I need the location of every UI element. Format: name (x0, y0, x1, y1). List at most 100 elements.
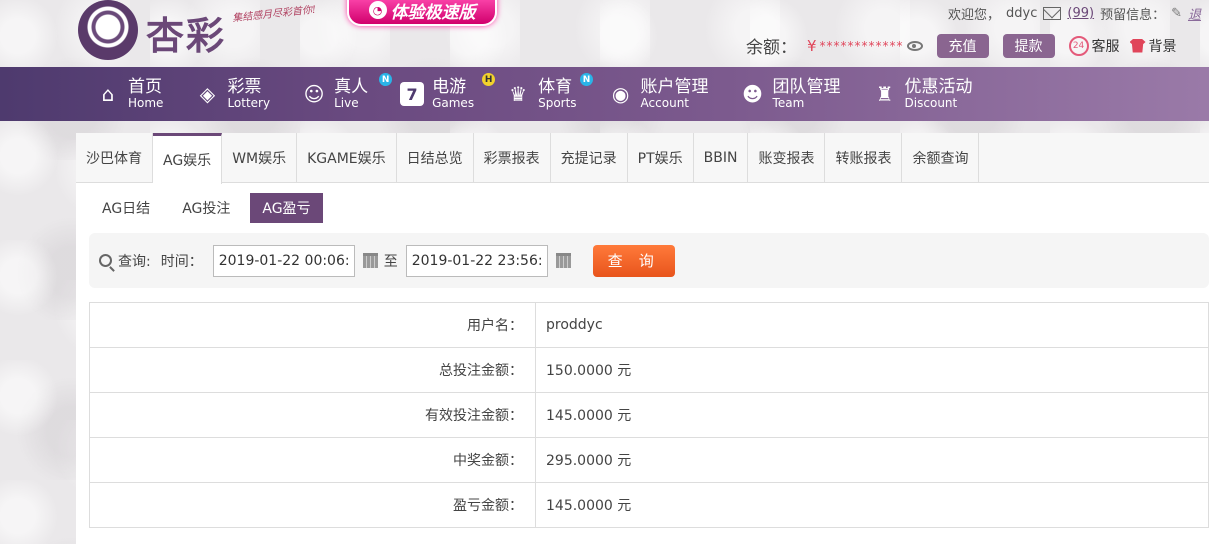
nav-lottery[interactable]: ◈ 彩票 Lottery (195, 67, 302, 121)
tab-kgame[interactable]: KGAME娱乐 (297, 133, 397, 183)
table-row: 用户名： proddyc (89, 302, 1209, 348)
background-label: 背景 (1148, 38, 1177, 55)
nav-sports[interactable]: ♛ 体育 Sports N (506, 67, 608, 121)
nav-sublabel: Account (640, 95, 689, 110)
row-key: 用户名： (89, 302, 536, 348)
speed-icon: ◔ (368, 1, 387, 19)
nav-label: 彩票 (227, 77, 262, 98)
experience-label: 体验极速版 (390, 2, 476, 23)
nav-label: 电游 (432, 77, 467, 98)
nav-team[interactable]: ☻ 团队管理 Team (741, 67, 873, 121)
sub-tabs: AG日结 AG投注 AG盈亏 (90, 193, 323, 223)
row-key: 有效投注金额： (89, 392, 536, 438)
calendar-icon[interactable] (555, 253, 571, 268)
report-panel: 沙巴体育 AG娱乐 WM娱乐 KGAME娱乐 日结总览 彩票报表 充提记录 PT… (76, 133, 1209, 544)
lottery-icon: ◈ (199, 82, 216, 106)
subtab-ag-profit[interactable]: AG盈亏 (250, 193, 323, 223)
games-icon: 7 (400, 82, 425, 106)
account-icon: ◉ (611, 82, 630, 106)
tab-daily-overview[interactable]: 日结总览 (397, 133, 474, 183)
nav-discount[interactable]: ♜ 优惠活动 Discount (873, 67, 1005, 121)
query-button[interactable]: 查 询 (592, 244, 675, 277)
deposit-button[interactable]: 充值 (936, 33, 989, 58)
home-icon: ⌂ (101, 82, 115, 106)
row-key: 中奖金额： (89, 437, 536, 483)
gift-icon: ♜ (875, 82, 894, 106)
team-icon: ☻ (742, 82, 763, 106)
nav-home[interactable]: ⌂ 首页 Home (96, 67, 195, 121)
query-label: 查询: (118, 253, 151, 270)
row-value: proddyc (535, 302, 1209, 348)
row-value: 145.0000 元 (535, 482, 1209, 528)
balance-row: 余额： ¥ ************ 充值 提款 24 客服 背景 (746, 33, 1177, 58)
hot-badge: H (482, 73, 496, 86)
headset-icon: 24 (1068, 35, 1089, 56)
subtab-ag-bets[interactable]: AG投注 (170, 193, 242, 223)
profit-table: 用户名： proddyc 总投注金额： 150.0000 元 有效投注金额： 145.… (89, 302, 1209, 528)
table-row: 盈亏金额： 145.0000 元 (89, 482, 1209, 528)
welcome-bar: 欢迎您， ddyc (99) 预留信息： ✎ 退 (948, 4, 1201, 23)
tab-bbin[interactable]: BBIN (694, 133, 749, 183)
shirt-icon (1129, 38, 1146, 53)
currency-symbol: ¥ (807, 36, 817, 55)
trophy-icon: ♛ (509, 82, 528, 106)
row-value: 150.0000 元 (535, 347, 1209, 393)
mail-icon[interactable] (1043, 7, 1062, 20)
subtab-ag-daily[interactable]: AG日结 (90, 193, 162, 223)
main-nav: ⌂ 首页 Home ◈ 彩票 Lottery ☺ 真人 Live N 7 电游 Game… (0, 67, 1209, 121)
new-badge: N (379, 73, 393, 86)
nav-live[interactable]: ☺ 真人 Live N (302, 67, 400, 121)
mail-count-link[interactable]: (99) (1067, 6, 1094, 21)
welcome-text: 欢迎您， (948, 8, 1001, 23)
nav-account[interactable]: ◉ 账户管理 Account (609, 67, 741, 121)
tab-pt[interactable]: PT娱乐 (628, 133, 694, 183)
to-label: 至 (383, 253, 398, 270)
tab-wm[interactable]: WM娱乐 (222, 133, 298, 183)
nav-sublabel: Sports (538, 95, 577, 110)
row-value: 295.0000 元 (535, 437, 1209, 483)
logout-link[interactable]: 退 (1188, 4, 1201, 23)
live-icon: ☺ (303, 82, 325, 106)
tab-account-change[interactable]: 账变报表 (748, 133, 826, 183)
query-bar: 查询: 时间： 至 查 询 (89, 233, 1209, 288)
tab-saba-sports[interactable]: 沙巴体育 (76, 133, 153, 183)
tab-transfer-report[interactable]: 转账报表 (825, 133, 903, 183)
nav-sublabel: Home (128, 95, 164, 110)
row-value: 145.0000 元 (535, 392, 1209, 438)
tab-balance-query[interactable]: 余额查询 (902, 133, 980, 183)
nav-sublabel: Games (432, 95, 475, 110)
background-button[interactable]: 背景 (1129, 36, 1177, 56)
nav-label: 账户管理 (640, 77, 709, 98)
balance-value: ************ (819, 38, 904, 53)
nav-games[interactable]: 7 电游 Games H (400, 67, 506, 121)
username: ddyc (1006, 6, 1038, 21)
tab-lottery-report[interactable]: 彩票报表 (474, 133, 551, 183)
top-header: 杏彩 集结感月尽彩首你! ◔ 体验极速版 欢迎您， ddyc (99) 预留信息… (0, 0, 1209, 67)
nav-sublabel: Team (772, 95, 805, 110)
row-key: 盈亏金额： (89, 482, 536, 528)
end-date-input[interactable] (405, 244, 548, 277)
reserve-label: 预留信息： (1100, 8, 1166, 23)
table-row: 总投注金额： 150.0000 元 (89, 347, 1209, 393)
search-icon (99, 254, 112, 267)
logo-text[interactable]: 杏彩 (146, 5, 226, 60)
nav-sublabel: Discount (904, 95, 958, 110)
nav-label: 体育 (538, 77, 573, 98)
nav-label: 团队管理 (772, 77, 841, 98)
calendar-icon[interactable] (362, 253, 378, 268)
new-badge: N (580, 73, 594, 86)
tab-ag[interactable]: AG娱乐 (153, 133, 223, 184)
start-date-input[interactable] (212, 244, 355, 277)
report-tabs: 沙巴体育 AG娱乐 WM娱乐 KGAME娱乐 日结总览 彩票报表 充提记录 PT… (76, 133, 1209, 184)
experience-button[interactable]: ◔ 体验极速版 (347, 0, 497, 26)
logo-emblem-icon[interactable] (78, 0, 138, 60)
customer-service-button[interactable]: 24 客服 (1068, 35, 1120, 56)
nav-label: 优惠活动 (904, 77, 973, 98)
tab-deposit-withdraw[interactable]: 充提记录 (551, 133, 628, 183)
edit-icon[interactable]: ✎ (1171, 6, 1182, 21)
nav-sublabel: Live (334, 95, 359, 110)
nav-label: 首页 (128, 77, 162, 98)
withdraw-button[interactable]: 提款 (1002, 33, 1055, 58)
eye-icon[interactable] (906, 40, 923, 51)
row-key: 总投注金额： (89, 347, 536, 393)
